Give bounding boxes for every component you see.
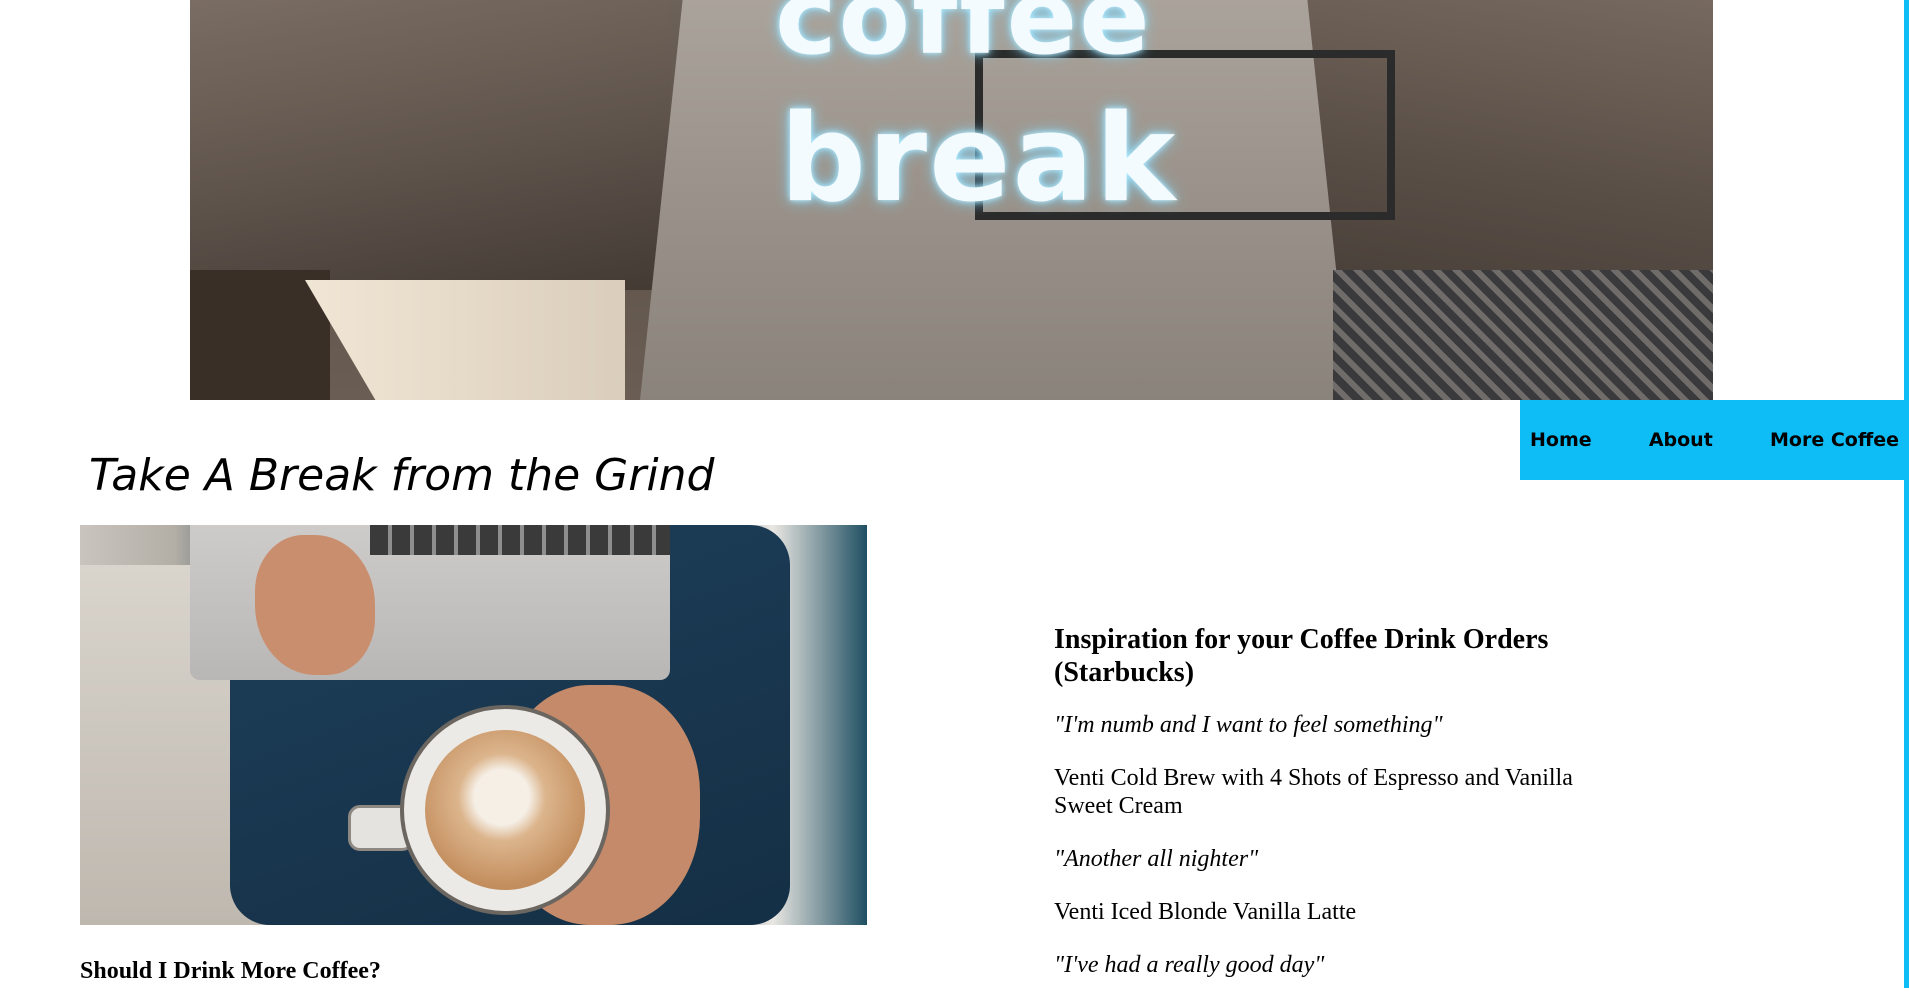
neon-sign-line2: break bbox=[780, 90, 1178, 229]
order-drink: Venti Iced Blonde Vanilla Latte bbox=[1054, 899, 1357, 925]
air-vent bbox=[1333, 270, 1713, 400]
order-quote: "Another all nighter" bbox=[1054, 846, 1259, 872]
top-nav: Home About More Coffee bbox=[1520, 400, 1909, 480]
neon-sign-line1: coffee bbox=[775, 0, 1152, 78]
shadow-area bbox=[190, 270, 330, 400]
nav-home-link[interactable]: Home bbox=[1530, 429, 1592, 451]
order-drink: Venti Cold Brew with 4 Shots of Espresso… bbox=[1054, 765, 1573, 819]
order-quote: "I've had a really good day" bbox=[1054, 952, 1325, 978]
concrete-beam-left bbox=[190, 0, 670, 290]
page-title: Take A Break from the Grind bbox=[89, 450, 715, 501]
coffee-orders-section: Inspiration for your Coffee Drink Orders… bbox=[1054, 623, 1614, 1004]
nav-more-coffee-link[interactable]: More Coffee bbox=[1770, 429, 1899, 451]
hero-image: coffee break bbox=[190, 0, 1713, 400]
photo-caption: Should I Drink More Coffee? bbox=[80, 958, 381, 984]
latte-art bbox=[425, 730, 585, 890]
light-panel bbox=[305, 280, 625, 400]
order-quote: "I'm numb and I want to feel something" bbox=[1054, 712, 1443, 738]
nav-about-link[interactable]: About bbox=[1649, 429, 1713, 451]
coffee-photo bbox=[80, 525, 867, 925]
laptop-keys bbox=[370, 525, 670, 555]
page-edge-accent bbox=[1904, 0, 1909, 988]
hand-on-laptop bbox=[255, 535, 375, 675]
orders-heading: Inspiration for your Coffee Drink Orders… bbox=[1054, 624, 1549, 688]
